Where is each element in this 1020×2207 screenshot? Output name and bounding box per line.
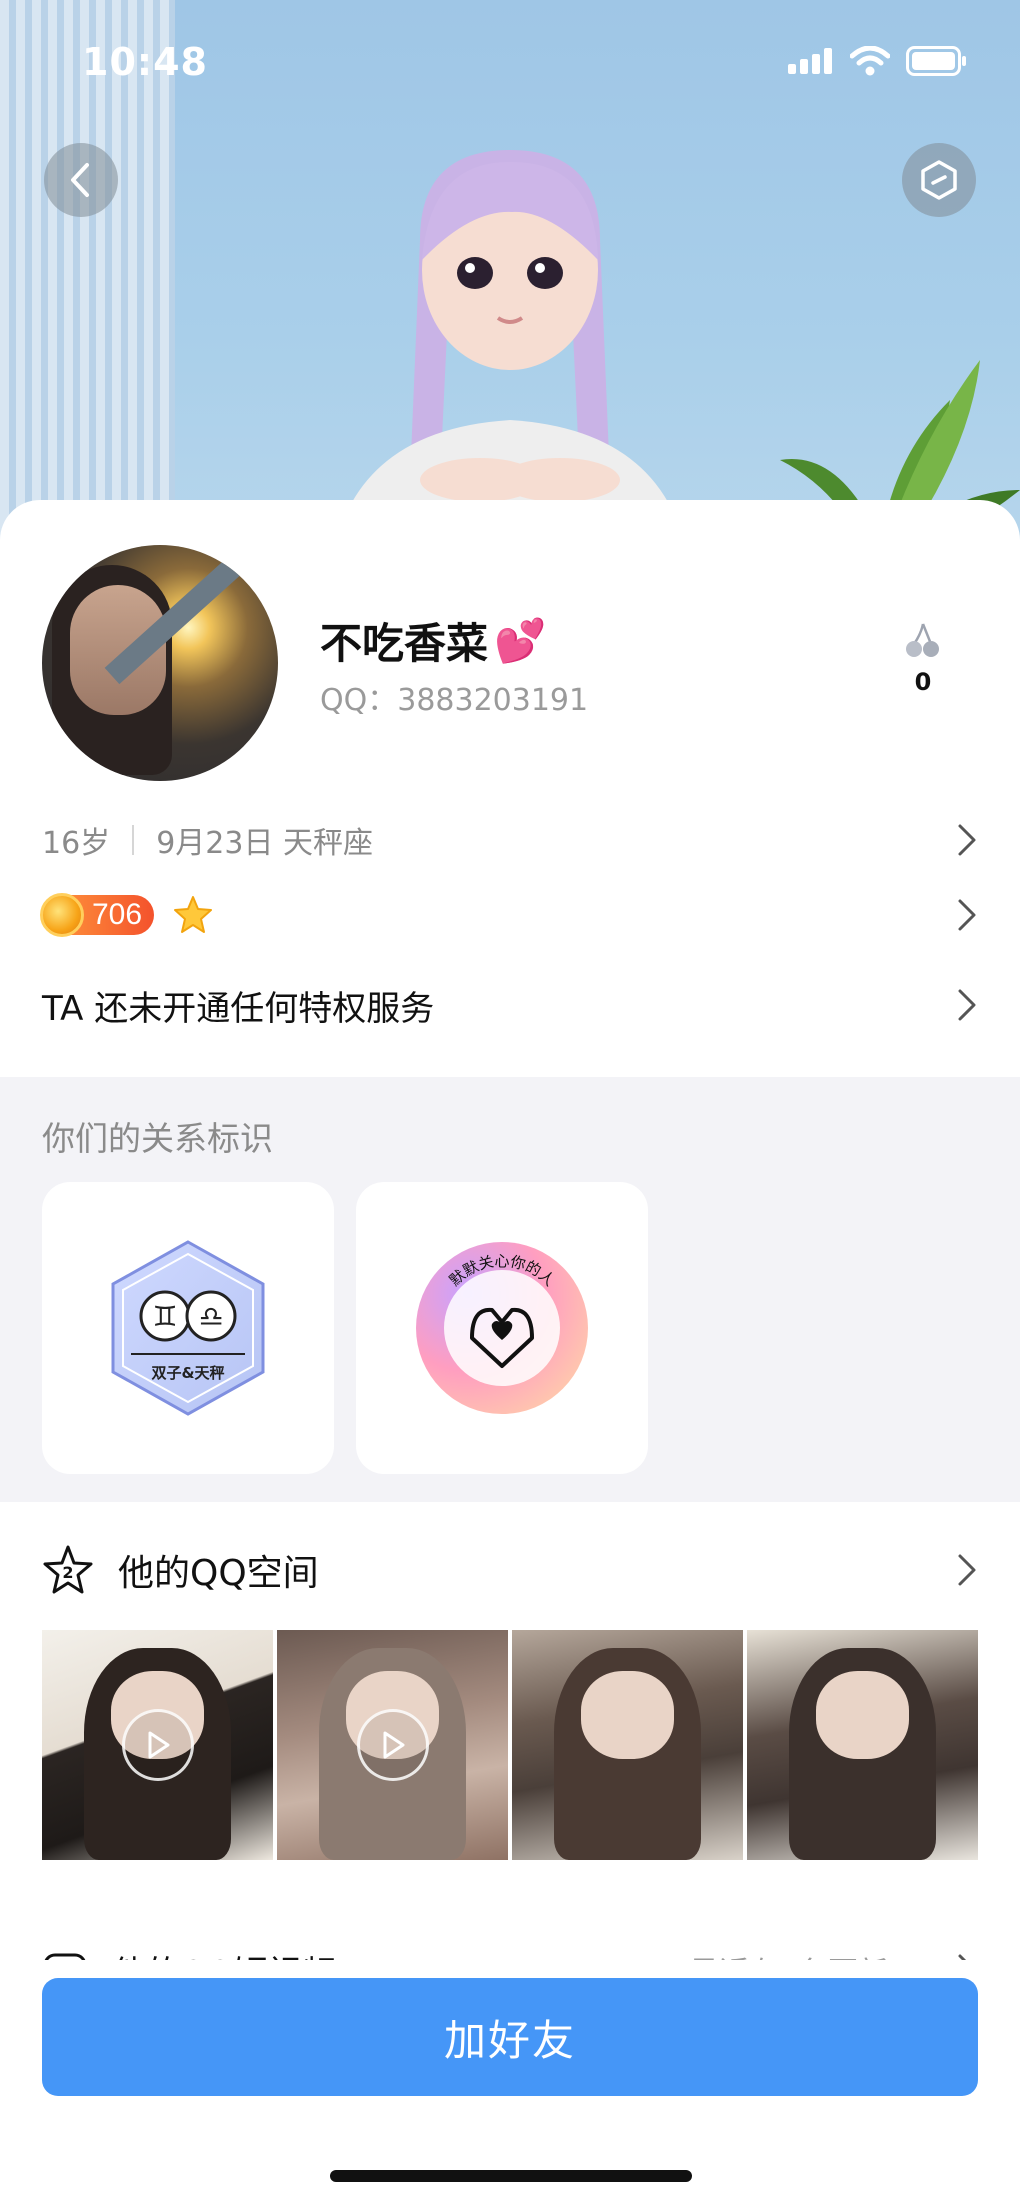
privilege-text: TA 还未开通任何特权服务	[42, 988, 435, 1029]
add-friend-button[interactable]: 加好友	[42, 1978, 978, 2096]
basic-info-row[interactable]: 16岁 9月23日 天秤座	[42, 800, 978, 880]
qzone-thumbnail[interactable]	[277, 1630, 508, 1860]
level-number: 706	[92, 898, 143, 931]
qzone-thumbnail[interactable]	[42, 1630, 273, 1860]
nickname: 不吃香菜 💕	[320, 615, 547, 669]
cherry-counter[interactable]: 0	[898, 620, 948, 696]
zodiac-badge-icon: ♊ ♎ 双子&天秤	[111, 1240, 265, 1416]
status-time: 10:48	[82, 40, 208, 84]
relationship-section: 你们的关系标识 ♊ ♎ 双子&天秤 默默关心你的人	[0, 1077, 1020, 1502]
svg-text:2: 2	[62, 1563, 73, 1582]
qq-level-row[interactable]: 706	[40, 875, 978, 955]
profile-cover: 10:48	[0, 0, 1020, 560]
qzone-thumbnail[interactable]	[512, 1630, 743, 1860]
cover-3d-avatar	[331, 150, 689, 560]
hexagon-icon	[921, 160, 957, 200]
star-icon	[174, 896, 213, 933]
battery-icon	[906, 46, 966, 76]
sun-coin-icon	[40, 893, 84, 937]
play-icon	[121, 1709, 194, 1781]
cherry-count: 0	[914, 668, 932, 696]
signal-icon	[788, 48, 832, 74]
relationship-title: 你们的关系标识	[42, 1119, 273, 1158]
status-bar: 10:48	[0, 0, 1020, 130]
wifi-icon	[850, 46, 890, 76]
cherry-icon	[906, 623, 939, 657]
age-text: 16岁	[42, 826, 111, 861]
chevron-right-icon	[958, 989, 976, 1021]
qzone-star-icon: 2	[43, 1545, 93, 1594]
qzone-row[interactable]: 2 他的QQ空间	[42, 1530, 978, 1610]
level-badge: 706	[40, 893, 155, 937]
svg-text:♊: ♊	[152, 1300, 177, 1333]
chevron-left-icon	[71, 163, 89, 197]
avatar[interactable]	[42, 545, 278, 781]
chevron-right-icon	[958, 1554, 976, 1586]
back-button[interactable]	[44, 143, 118, 217]
relationship-badge-zodiac[interactable]: ♊ ♎ 双子&天秤	[42, 1182, 334, 1474]
play-icon	[356, 1709, 429, 1781]
more-settings-button[interactable]	[902, 143, 976, 217]
qzone-photo-strip	[42, 1630, 978, 1860]
qzone-thumbnail[interactable]	[747, 1630, 978, 1860]
qzone-title: 他的QQ空间	[118, 1553, 319, 1594]
divider	[132, 825, 135, 855]
birthday-text: 9月23日 天秤座	[156, 826, 373, 861]
home-indicator	[330, 2170, 692, 2182]
chevron-right-icon	[958, 899, 976, 931]
privilege-row[interactable]: TA 还未开通任何特权服务	[42, 955, 978, 1055]
relationship-badge-care[interactable]: 默默关心你的人	[356, 1182, 648, 1474]
svg-text:♎: ♎	[198, 1300, 223, 1333]
qq-number: QQ：3883203191	[320, 683, 589, 718]
heart-emoji-icon: 💕	[494, 615, 547, 665]
chevron-right-icon	[958, 824, 976, 856]
profile-card: 不吃香菜 💕 QQ：3883203191 0 16岁 9月23日 天秤座 706	[0, 500, 1020, 2207]
zodiac-badge-label: 双子&天秤	[151, 1364, 224, 1382]
care-badge-icon: 默默关心你的人	[416, 1242, 588, 1414]
